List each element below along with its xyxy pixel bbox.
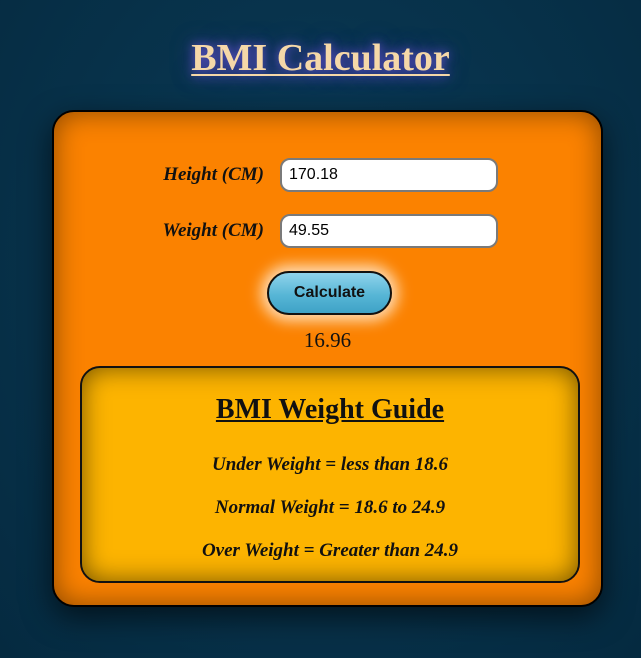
weight-row: Weight (CM) bbox=[54, 214, 601, 250]
page-title: BMI Calculator bbox=[191, 37, 450, 79]
weight-input[interactable] bbox=[280, 214, 498, 248]
guide-title: BMI Weight Guide bbox=[215, 394, 445, 425]
weight-label: Weight (CM) bbox=[162, 220, 264, 241]
bmi-result: 16.96 bbox=[303, 328, 352, 352]
calculator-card: Height (CM) Weight (CM) Calculate 16.96 … bbox=[52, 110, 603, 607]
height-row: Height (CM) bbox=[54, 158, 601, 194]
height-label: Height (CM) bbox=[163, 164, 264, 185]
calculate-button[interactable]: Calculate bbox=[267, 271, 392, 315]
bmi-guide-panel: BMI Weight Guide Under Weight = less tha… bbox=[80, 366, 580, 583]
guide-overweight: Over Weight = Greater than 24.9 bbox=[201, 540, 459, 561]
height-input[interactable] bbox=[280, 158, 498, 192]
guide-normal-weight: Normal Weight = 18.6 to 24.9 bbox=[214, 497, 446, 518]
guide-underweight: Under Weight = less than 18.6 bbox=[211, 454, 449, 475]
